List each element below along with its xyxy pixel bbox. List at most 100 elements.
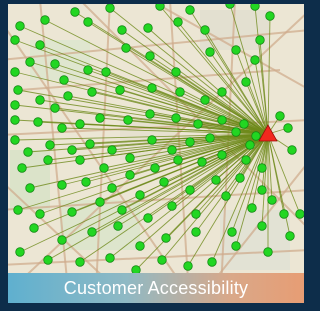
customer-point <box>87 87 97 97</box>
customer-point <box>10 100 20 110</box>
customer-point <box>87 227 97 237</box>
customer-point <box>81 177 91 187</box>
customer-point <box>15 247 25 257</box>
customer-point <box>217 150 227 160</box>
customer-point <box>145 51 155 61</box>
customer-point <box>135 190 145 200</box>
map-tile: Customer Accessibility <box>0 0 310 311</box>
customer-point <box>50 59 60 69</box>
customer-point <box>115 85 125 95</box>
customer-point <box>173 17 183 27</box>
customer-point <box>185 5 195 15</box>
customer-point <box>283 123 293 133</box>
customer-point <box>265 11 275 21</box>
customer-point <box>205 133 215 143</box>
customer-point <box>257 163 267 173</box>
customer-point <box>113 221 123 231</box>
customer-point <box>35 209 45 219</box>
customer-point <box>105 3 115 13</box>
customer-point <box>125 170 135 180</box>
customer-point <box>217 115 227 125</box>
customer-point <box>123 115 133 125</box>
customer-point <box>15 21 25 31</box>
customer-point <box>45 140 55 150</box>
customer-point <box>161 233 171 243</box>
customer-point <box>57 123 67 133</box>
customer-point <box>75 119 85 129</box>
customer-point <box>35 40 45 50</box>
customer-point <box>231 241 241 251</box>
customer-point <box>121 43 131 53</box>
customer-point <box>23 147 33 157</box>
customer-point <box>193 119 203 129</box>
customer-point <box>227 227 237 237</box>
customer-point <box>217 87 227 97</box>
customer-point <box>40 15 50 25</box>
customer-point <box>241 155 251 165</box>
customer-point <box>255 35 265 45</box>
customer-point <box>285 231 295 241</box>
customer-point <box>231 127 241 137</box>
customer-point <box>207 257 217 267</box>
customer-point <box>75 257 85 267</box>
caption-title: Customer Accessibility <box>63 277 249 298</box>
customer-point <box>10 67 20 77</box>
customer-point <box>147 135 157 145</box>
customer-point <box>13 205 23 215</box>
customer-point <box>10 135 20 145</box>
customer-point <box>200 25 210 35</box>
customer-point <box>247 203 257 213</box>
customer-point <box>33 117 43 127</box>
customer-point <box>241 77 251 87</box>
customer-point <box>267 195 277 205</box>
customer-point <box>185 137 195 147</box>
customer-point <box>125 153 135 163</box>
accessibility-map <box>0 0 310 311</box>
customer-point <box>117 205 127 215</box>
customer-point <box>173 155 183 165</box>
caption-banner: Customer Accessibility <box>8 273 304 303</box>
customer-point <box>287 145 297 155</box>
customer-point <box>205 47 215 57</box>
customer-point <box>95 197 105 207</box>
customer-point <box>200 95 210 105</box>
customer-point <box>295 209 305 219</box>
customer-point <box>211 175 221 185</box>
customer-point <box>157 255 167 265</box>
customer-point <box>135 241 145 251</box>
customer-point <box>263 247 273 257</box>
customer-point <box>279 209 289 219</box>
customer-point <box>250 55 260 65</box>
customer-point <box>83 17 93 27</box>
customer-point <box>257 185 267 195</box>
customer-point <box>35 95 45 105</box>
customer-point <box>107 183 117 193</box>
customer-point <box>197 157 207 167</box>
customer-point <box>150 163 160 173</box>
customer-point <box>75 155 85 165</box>
customer-point <box>57 180 67 190</box>
customer-point <box>167 145 177 155</box>
customer-point <box>231 45 241 55</box>
customer-point <box>43 255 53 265</box>
customer-point <box>59 75 69 85</box>
customer-point <box>67 145 77 155</box>
customer-point <box>143 213 153 223</box>
customer-point <box>185 185 195 195</box>
customer-point <box>50 103 60 113</box>
customer-point <box>25 183 35 193</box>
customer-point <box>171 67 181 77</box>
customer-point <box>85 139 95 149</box>
customer-point <box>105 253 115 263</box>
customer-point <box>10 35 20 45</box>
customer-point <box>239 119 249 129</box>
customer-point <box>155 1 165 11</box>
customer-point <box>95 113 105 123</box>
customer-point <box>251 131 261 141</box>
customer-point <box>257 221 267 231</box>
customer-point <box>70 7 80 17</box>
customer-point <box>101 67 111 77</box>
customer-point <box>143 23 153 33</box>
customer-point <box>167 201 177 211</box>
customer-point <box>17 163 27 173</box>
